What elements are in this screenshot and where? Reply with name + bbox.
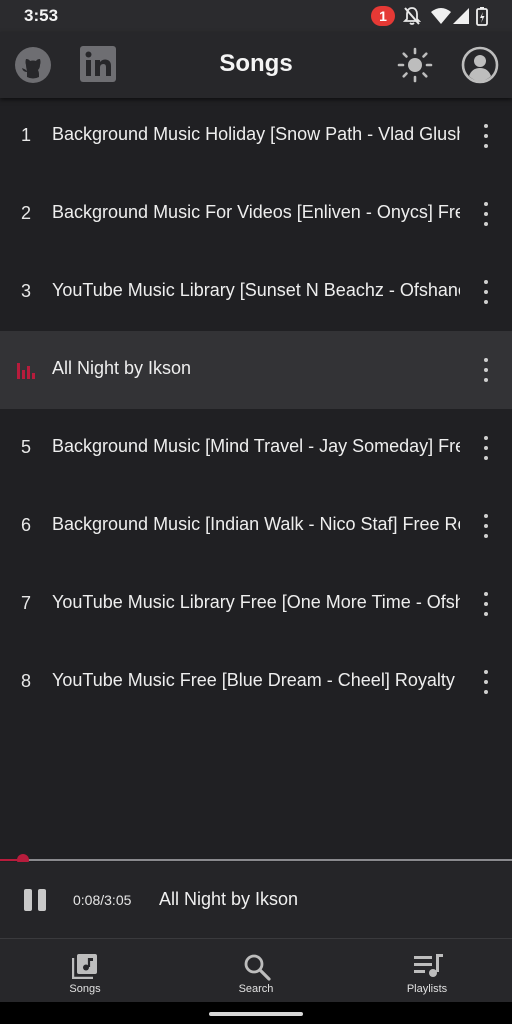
song-title: All Night by Ikson xyxy=(52,358,192,378)
song-title: Background Music Holiday [Snow Path - Vl… xyxy=(52,124,460,144)
track-number: 1 xyxy=(20,125,31,145)
song-title: Background Music [Mind Travel - Jay Some… xyxy=(52,436,460,456)
seek-bar[interactable] xyxy=(0,854,512,866)
song-title: YouTube Music Library [Sunset N Beachz -… xyxy=(52,280,460,300)
song-row[interactable]: 8 YouTube Music Free [Blue Dream - Cheel… xyxy=(0,643,512,721)
song-row[interactable]: 1 Background Music Holiday [Snow Path - … xyxy=(0,97,512,175)
song-row[interactable]: 2 Background Music For Videos [Enliven -… xyxy=(0,175,512,253)
track-number: 3 xyxy=(20,281,31,301)
account-icon[interactable] xyxy=(461,46,499,84)
track-number: 6 xyxy=(20,515,31,535)
song-row[interactable]: 5 Background Music [Mind Travel - Jay So… xyxy=(0,409,512,487)
nav-search[interactable]: Search xyxy=(171,939,341,1003)
song-title: Background Music For Videos [Enliven - O… xyxy=(52,202,460,222)
track-number: 8 xyxy=(20,671,31,691)
home-gesture-bar[interactable] xyxy=(209,1012,303,1016)
more-options-icon[interactable] xyxy=(476,123,496,149)
track-number: 7 xyxy=(20,593,31,613)
song-list: 1 Background Music Holiday [Snow Path - … xyxy=(0,97,512,721)
more-options-icon[interactable] xyxy=(476,669,496,695)
battery-charging-icon xyxy=(476,7,488,26)
app-bar: Songs xyxy=(0,32,512,98)
notifications-off-icon xyxy=(403,7,421,25)
now-playing-title: All Night by Ikson xyxy=(159,889,299,909)
pause-button[interactable] xyxy=(24,889,48,911)
status-time: 3:53 xyxy=(24,6,59,25)
notification-badge: 1 xyxy=(371,6,395,26)
cellular-signal-icon xyxy=(453,8,469,24)
song-title: Background Music [Indian Walk - Nico Sta… xyxy=(52,514,460,534)
status-bar: 3:53 1 xyxy=(0,0,512,32)
song-row-now-playing[interactable]: All Night by Ikson xyxy=(0,331,512,409)
track-number: 5 xyxy=(20,437,31,457)
equalizer-icon xyxy=(17,363,35,379)
more-options-icon[interactable] xyxy=(476,279,496,305)
more-options-icon[interactable] xyxy=(476,513,496,539)
song-title: YouTube Music Free [Blue Dream - Cheel] … xyxy=(52,670,460,690)
more-options-icon[interactable] xyxy=(476,357,496,383)
song-row[interactable]: 6 Background Music [Indian Walk - Nico S… xyxy=(0,487,512,565)
playlist-icon xyxy=(414,954,443,977)
gesture-navigation-area xyxy=(0,1002,512,1024)
search-icon xyxy=(244,954,271,981)
more-options-icon[interactable] xyxy=(476,591,496,617)
page-title: Songs xyxy=(219,50,293,77)
bottom-navigation: Songs Search Playlists xyxy=(0,938,512,1003)
song-row[interactable]: 7 YouTube Music Library Free [One More T… xyxy=(0,565,512,643)
more-options-icon[interactable] xyxy=(476,435,496,461)
song-row[interactable]: 3 YouTube Music Library [Sunset N Beachz… xyxy=(0,253,512,331)
wifi-icon xyxy=(431,8,451,24)
app-screen: 3:53 1 Songs 1 Background Music Holiday … xyxy=(0,0,512,1024)
mini-player: 0:08/3:05 All Night by Ikson xyxy=(0,862,512,938)
song-title: YouTube Music Library Free [One More Tim… xyxy=(52,592,460,612)
nav-label: Playlists xyxy=(406,983,448,995)
playback-time: 0:08/3:05 xyxy=(73,892,132,908)
nav-songs[interactable]: Songs xyxy=(0,939,170,1003)
nav-label: Search xyxy=(238,983,274,995)
nav-playlists[interactable]: Playlists xyxy=(342,939,512,1003)
music-library-icon xyxy=(72,954,97,979)
track-number: 2 xyxy=(20,203,31,223)
more-options-icon[interactable] xyxy=(476,201,496,227)
brightness-icon[interactable] xyxy=(397,47,433,83)
nav-label: Songs xyxy=(69,983,101,995)
